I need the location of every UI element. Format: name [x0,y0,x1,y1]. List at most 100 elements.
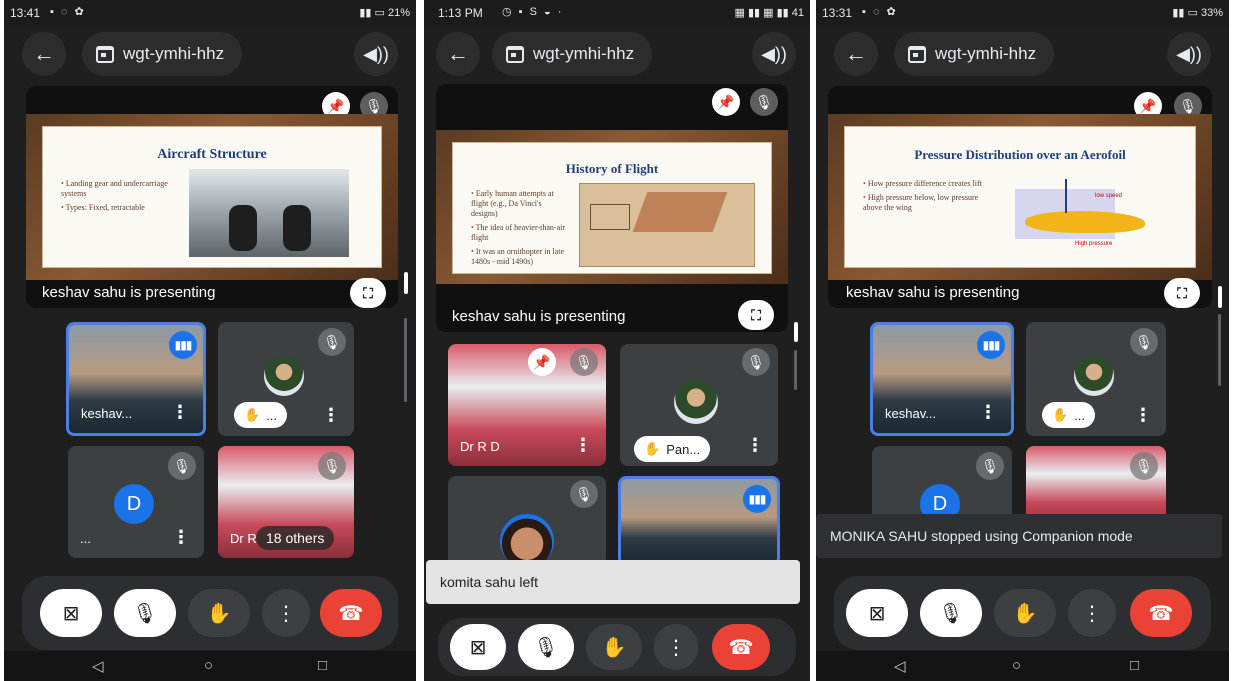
end-call-icon[interactable]: ☎ [712,624,770,670]
nav-back-icon[interactable]: ◁ [894,657,906,675]
back-arrow-icon[interactable]: ← [22,32,66,76]
mic-off-icon: 🎙 [318,328,346,356]
nav-recents-icon[interactable]: □ [1130,657,1139,674]
slide-bullets: Early human attempts at flight (e.g., Da… [471,189,567,271]
mic-off-icon: 🎙 [1130,452,1158,480]
meeting-code-button[interactable]: wgt-ymhi-hhz [82,32,243,76]
more-vert-icon[interactable]: ⋮ [1134,405,1152,426]
camera-off-icon[interactable]: ⊠ [450,624,506,670]
participant-tile[interactable]: ▮▮▮ [618,476,780,566]
battery-indicator: ▦ ▮▮ ▦ ▮▮ 41 [734,7,804,19]
camera-off-icon[interactable]: ⊠ [40,589,102,637]
mic-off-icon: 🎙 [570,480,598,508]
avatar: D [114,484,154,524]
more-vert-icon[interactable]: ⋮ [746,435,764,456]
back-arrow-icon[interactable]: ← [436,32,480,76]
participant-name: ... [266,407,278,423]
speaker-icon[interactable]: ◀)) [1167,32,1211,76]
fullscreen-icon[interactable]: ⛶ [738,300,774,330]
more-vert-icon[interactable]: ⋮ [574,435,592,456]
end-call-icon[interactable]: ☎ [320,589,382,637]
meeting-code: wgt-ymhi-hhz [123,44,225,63]
mic-off-icon: 🎙 [750,88,778,116]
meet-screen-3: 13:31 ▪ ◌ ✿ ▮▮ ▭ 33% ← wgt-ymhi-hhz ◀)) … [816,0,1229,681]
slide: Aircraft Structure Landing gear and unde… [42,126,382,268]
presenting-label: keshav sahu is presenting [42,284,216,301]
battery-text: 41 [791,7,804,19]
more-vert-icon[interactable]: ⋮ [262,589,310,637]
participant-tile[interactable]: 🎙 Dr R 18 others [218,446,354,558]
participant-tile[interactable]: 🎙 [448,476,606,566]
slide-title: Pressure Distribution over an Aerofoil [914,147,1126,162]
slide-frame: Aircraft Structure Landing gear and unde… [26,114,398,280]
participant-tile[interactable]: 📌 🎙 Dr R D ⋮ [448,344,606,466]
slide: History of Flight Early human attempts a… [452,142,772,274]
meeting-code: wgt-ymhi-hhz [533,44,635,63]
pin-icon[interactable]: 📌 [528,348,556,376]
hand-raise-pill: ✋ ... [234,402,288,428]
avatar [674,380,718,424]
battery-indicator: ▮▮ ▭ 33% [1172,7,1223,19]
slide-bullet: It was an ornithopter in late 1480s - mi… [471,247,567,267]
more-vert-icon[interactable]: ⋮ [654,624,698,670]
participant-tile[interactable]: ▮▮▮ keshav... ⋮ [66,322,206,436]
status-time: 13:41 [10,6,41,20]
slide-bullets: How pressure difference creates lift Hig… [863,179,983,217]
mic-off-icon[interactable]: 🎙 [114,589,176,637]
slide-bullet: The idea of heavier-than-air flight [471,223,567,243]
mic-off-icon[interactable]: 🎙 [920,589,982,637]
fullscreen-icon[interactable]: ⛶ [1164,278,1200,308]
participant-tile[interactable]: ▮▮▮ keshav... ⋮ [870,322,1014,436]
participant-tile[interactable]: 🎙 ✋ ... ⋮ [1026,322,1166,436]
nav-recents-icon[interactable]: □ [318,657,327,674]
participant-tile[interactable]: 🎙 D ... ⋮ [68,446,204,558]
more-vert-icon[interactable]: ⋮ [172,527,190,548]
more-vert-icon[interactable]: ⋮ [1068,589,1116,637]
back-arrow-icon[interactable]: ← [834,32,878,76]
avatar [1074,356,1114,396]
pin-icon[interactable]: 📌 [712,88,740,116]
fullscreen-icon[interactable]: ⛶ [350,278,386,308]
others-count[interactable]: 18 others [256,526,335,550]
slide: Pressure Distribution over an Aerofoil H… [844,126,1196,268]
calendar-icon [908,45,926,63]
speaking-indicator-icon: ▮▮▮ [169,331,197,359]
scrollbar[interactable] [794,322,798,342]
meet-screen-1: 13:41 ▪ ◌ ✿ ▮▮ ▭ 21% ← wgt-ymhi-hhz ◀)) … [4,0,416,681]
hand-raise-icon[interactable]: ✋ [188,589,250,637]
end-call-icon[interactable]: ☎ [1130,589,1192,637]
nav-home-icon[interactable]: ○ [204,657,213,674]
meeting-code-button[interactable]: wgt-ymhi-hhz [492,32,653,76]
participant-tile[interactable]: 🎙 ✋ ... ⋮ [218,322,354,436]
speaker-icon[interactable]: ◀)) [354,32,398,76]
camera-off-icon[interactable]: ⊠ [846,589,908,637]
diagram-label: High pressure [1075,241,1113,247]
slide-title: History of Flight [565,161,659,176]
scrollbar[interactable] [1218,286,1222,308]
participant-name: keshav... [81,406,133,421]
aerofoil-diagram: low speed High pressure [995,171,1185,259]
toast-message: MONIKA SAHU stopped using Companion mode [816,514,1222,558]
notification-icons: ▪ ◌ ✿ [50,6,86,18]
speaker-icon[interactable]: ◀)) [752,32,796,76]
status-bar: 1:13 PM ◷ ▪ S ◒ · ▦ ▮▮ ▦ ▮▮ 41 [424,0,810,26]
top-bar: ← wgt-ymhi-hhz ◀)) [816,26,1229,82]
participant-tile[interactable]: 🎙 ✋ Pan... ⋮ [620,344,778,466]
nav-home-icon[interactable]: ○ [1012,657,1021,674]
slide-bullet: Landing gear and undercarriage systems [61,179,181,199]
slide-frame: History of Flight Early human attempts a… [436,130,788,284]
presentation-stage: 📌 🎙 History of Flight Early human attemp… [436,84,788,332]
mic-off-icon: 🎙 [168,452,196,480]
meeting-code-button[interactable]: wgt-ymhi-hhz [894,32,1055,76]
more-vert-icon[interactable]: ⋮ [322,405,340,426]
scrollbar[interactable] [404,272,408,294]
nav-back-icon[interactable]: ◁ [92,657,104,675]
more-vert-icon[interactable]: ⋮ [171,402,189,423]
hand-raise-icon[interactable]: ✋ [586,624,642,670]
landing-gear-image [189,169,349,257]
participant-name: keshav... [885,406,937,421]
more-vert-icon[interactable]: ⋮ [979,402,997,423]
mic-off-icon[interactable]: 🎙 [518,624,574,670]
hand-raise-icon[interactable]: ✋ [994,589,1056,637]
speaking-indicator-icon: ▮▮▮ [743,485,771,513]
